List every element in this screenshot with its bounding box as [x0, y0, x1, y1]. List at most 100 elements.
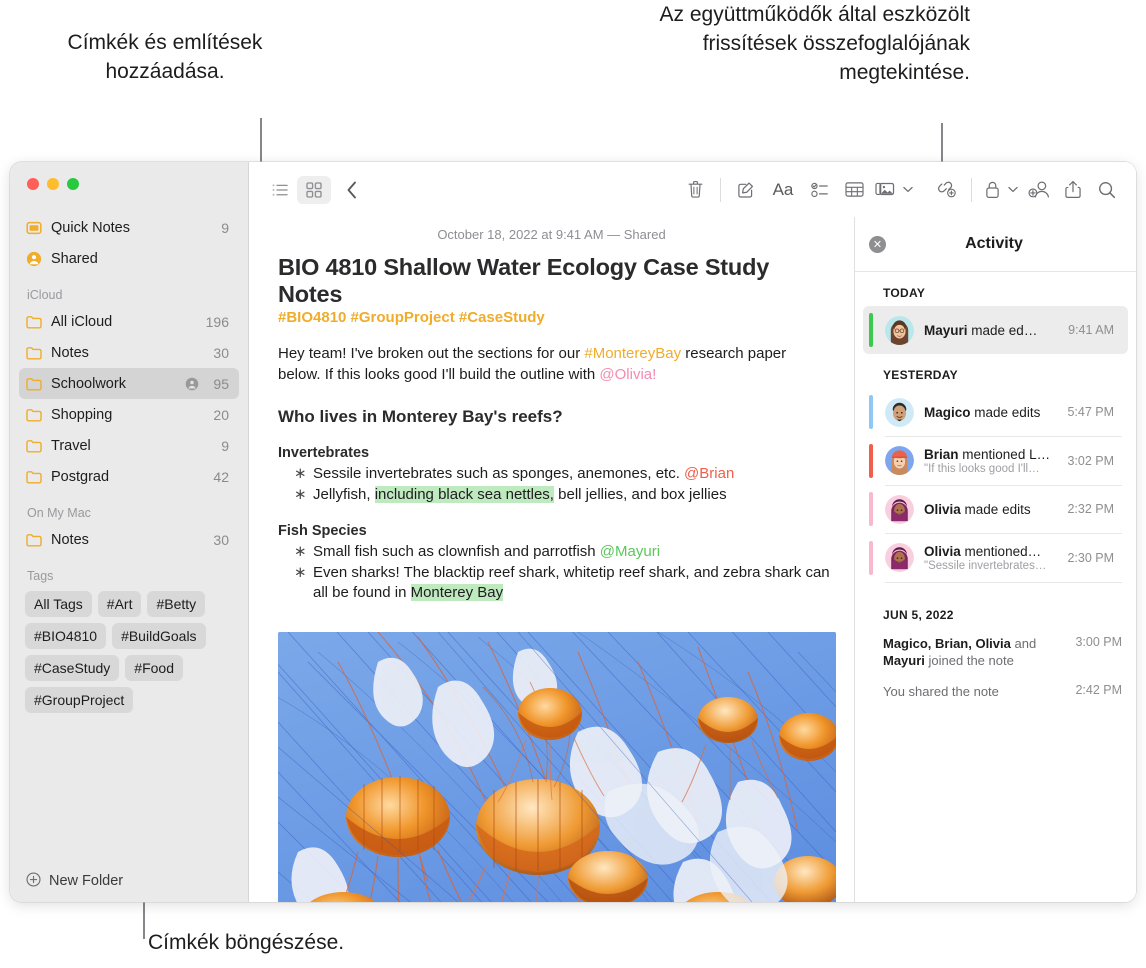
- highlighted-text: Monterey Bay: [410, 584, 504, 601]
- tag-chip-betty[interactable]: #Betty: [147, 591, 206, 617]
- list-item: Sessile invertebrates such as sponges, a…: [291, 464, 836, 484]
- chevron-down-icon[interactable]: [1004, 176, 1022, 204]
- sidebar-item-travel[interactable]: Travel 9: [19, 430, 239, 461]
- notes-app-window: Quick Notes 9 Shared iCloud All iCloud 1…: [10, 162, 1136, 902]
- tag-chip-groupproject[interactable]: #GroupProject: [25, 687, 134, 713]
- sidebar-item-schoolwork[interactable]: Schoolwork 95: [19, 368, 239, 399]
- activity-title: Activity: [965, 235, 1023, 252]
- activity-person-name: Brian: [924, 446, 959, 462]
- mention-brian[interactable]: @Brian: [684, 465, 734, 482]
- format-aa-icon[interactable]: Aa: [763, 176, 803, 204]
- list-item: Small fish such as clownfish and parrotf…: [291, 542, 836, 562]
- activity-item-mayuri-edits[interactable]: Mayuri made ed… 9:41 AM: [863, 306, 1128, 354]
- tag-chip-buildgoals[interactable]: #BuildGoals: [112, 623, 206, 649]
- checklist-icon[interactable]: [803, 176, 837, 204]
- compose-icon[interactable]: [729, 176, 763, 204]
- activity-action: mentioned L…: [962, 446, 1051, 462]
- sidebar-item-count: 95: [213, 375, 229, 392]
- mention-olivia[interactable]: @Olivia!: [599, 366, 656, 383]
- activity-person-name: Olivia: [924, 543, 961, 559]
- tag-chip-bio4810[interactable]: #BIO4810: [25, 623, 107, 649]
- activity-item-olivia-edits[interactable]: Olivia made edits 2:32 PM: [863, 485, 1128, 533]
- sidebar-item-label: Postgrad: [51, 468, 110, 485]
- sidebar-item-all-icloud[interactable]: All iCloud 196: [19, 306, 239, 337]
- share-icon[interactable]: [1056, 176, 1090, 204]
- bullet-text-2: bell jellies, and box jellies: [553, 486, 727, 503]
- trash-icon[interactable]: [678, 176, 712, 204]
- activity-item-text: Magico made edits: [924, 405, 1059, 420]
- sidebar-item-notes-local[interactable]: Notes 30: [19, 524, 239, 555]
- activity-joined-rest2: joined the note: [924, 653, 1014, 668]
- list-view-icon[interactable]: [263, 176, 297, 204]
- tag-chip-all-tags[interactable]: All Tags: [25, 591, 92, 617]
- bullet-list-invertebrates: Sessile invertebrates such as sponges, a…: [267, 461, 836, 505]
- sidebar-item-label: Travel: [51, 437, 91, 454]
- activity-action: made ed…: [971, 322, 1038, 338]
- activity-item-magico-edits[interactable]: Magico made edits 5:47 PM: [863, 388, 1128, 436]
- close-window-button[interactable]: [27, 178, 39, 190]
- note-intro-paragraph: Hey team! I've broken out the sections f…: [267, 326, 827, 385]
- table-icon[interactable]: [837, 176, 871, 204]
- note-editor[interactable]: October 18, 2022 at 9:41 AM — Shared BIO…: [249, 217, 855, 902]
- sidebar-item-label: Notes: [51, 344, 89, 361]
- activity-person-name: Olivia: [924, 501, 961, 517]
- activity-color-bar: [869, 443, 873, 478]
- activity-section-yesterday: YESTERDAY: [883, 368, 958, 382]
- chevron-down-icon[interactable]: [899, 176, 917, 204]
- back-chevron-icon[interactable]: [335, 176, 369, 204]
- activity-color-bar: [869, 492, 873, 526]
- activity-action: made edits: [974, 404, 1041, 420]
- sidebar-item-shopping[interactable]: Shopping 20: [19, 399, 239, 430]
- activity-color-bar: [869, 313, 873, 347]
- sidebar-item-postgrad[interactable]: Postgrad 42: [19, 461, 239, 492]
- activity-item-line1: Olivia made edits: [924, 502, 1059, 517]
- sidebar-item-notes-icloud[interactable]: Notes 30: [19, 337, 239, 368]
- note-and-activity: October 18, 2022 at 9:41 AM — Shared BIO…: [249, 217, 1136, 902]
- sidebar-item-quick-notes[interactable]: Quick Notes 9: [19, 212, 239, 243]
- sidebar-item-count: 30: [213, 344, 229, 361]
- tag-list: All Tags #Art #Betty #BIO4810 #BuildGoal…: [19, 587, 239, 713]
- tag-chip-casestudy[interactable]: #CaseStudy: [25, 655, 120, 681]
- gallery-view-icon[interactable]: [297, 175, 331, 204]
- sidebar-item-shared[interactable]: Shared: [19, 243, 239, 274]
- activity-time: 2:32 PM: [1067, 502, 1114, 516]
- sidebar: Quick Notes 9 Shared iCloud All iCloud 1…: [10, 162, 248, 902]
- link-add-icon[interactable]: [929, 176, 963, 204]
- new-folder-label: New Folder: [49, 873, 124, 889]
- minimize-window-button[interactable]: [47, 178, 59, 190]
- activity-item-quote: "Sessile invertebrates…: [924, 559, 1047, 572]
- inline-tag-montereybay[interactable]: #MontereyBay: [584, 345, 681, 362]
- window-traffic-lights[interactable]: [10, 162, 248, 204]
- note-subheading-fish-species: Fish Species: [278, 523, 367, 539]
- activity-shared-text: You shared the note: [883, 684, 999, 699]
- shared-folder-person-icon: [185, 377, 199, 391]
- shared-person-icon: [25, 250, 42, 267]
- media-icon[interactable]: [871, 176, 899, 204]
- close-icon[interactable]: ✕: [869, 235, 886, 253]
- note-heading: Who lives in Monterey Bay's reefs?: [278, 407, 563, 426]
- activity-item-line1: Mayuri made ed…: [924, 323, 1060, 338]
- tag-chip-art[interactable]: #Art: [97, 591, 142, 617]
- add-person-icon[interactable]: [1022, 176, 1056, 204]
- quick-note-icon: [25, 219, 42, 236]
- tag-chip-food[interactable]: #Food: [125, 655, 183, 681]
- jellyfish-photo[interactable]: [278, 632, 836, 902]
- lock-icon[interactable]: [980, 176, 1004, 204]
- activity-section-jun5: JUN 5, 2022: [883, 608, 954, 622]
- zoom-window-button[interactable]: [67, 178, 79, 190]
- activity-item-brian-mention[interactable]: Brian mentioned L… "If this looks good I…: [863, 437, 1128, 485]
- search-icon[interactable]: [1090, 176, 1124, 204]
- activity-item-olivia-mention[interactable]: Olivia mentioned… "Sessile invertebrates…: [863, 534, 1128, 582]
- activity-color-bar: [869, 395, 873, 429]
- activity-item-line1: Brian mentioned L…: [924, 447, 1059, 462]
- mention-mayuri[interactable]: @Mayuri: [600, 543, 660, 560]
- activity-color-bar: [869, 540, 873, 575]
- screenshot-root: Címkék és említések hozzáadása. Az együt…: [0, 0, 1146, 968]
- activity-joined-text: Magico, Brian, Olivia and Mayuri joined …: [883, 635, 1067, 669]
- activity-item-quote: "If this looks good I'll…: [924, 462, 1040, 475]
- avatar: [885, 494, 914, 524]
- sidebar-item-count: 9: [221, 219, 229, 236]
- activity-list[interactable]: TODAY Mayuri made ed… 9:41 AM YESTERDAY …: [855, 272, 1136, 902]
- new-folder-button[interactable]: New Folder: [10, 860, 248, 902]
- activity-time: 2:42 PM: [1075, 683, 1122, 697]
